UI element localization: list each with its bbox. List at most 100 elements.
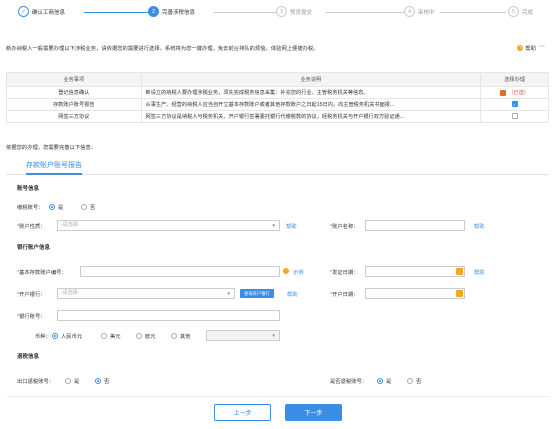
bank-account-label: *银行账号： bbox=[17, 314, 46, 320]
radio-icon bbox=[101, 333, 107, 339]
progress-steps: ✓ 确认工商信息 2 完善涉税信息 3 预览提交 4 审核中 5 完成 bbox=[8, 6, 547, 22]
table-cell: 网签三方协议 bbox=[6, 110, 142, 123]
calendar-icon[interactable] bbox=[456, 268, 463, 275]
select-value: -请选择- bbox=[61, 222, 80, 228]
table-row: 登记信息确认 新设立的纳税人要办理涉税业务，须先完成税务信息采集：补充您的行业、… bbox=[6, 86, 549, 99]
currency-other[interactable]: 其他 bbox=[171, 332, 191, 340]
currency-label: 币种： bbox=[35, 334, 51, 340]
tax-account-label: 缴税账号： bbox=[17, 205, 44, 211]
currency-other-select[interactable]: ▼ bbox=[206, 330, 280, 341]
account-type-select[interactable]: -请选择- ▼ bbox=[57, 220, 280, 231]
step-4: 4 审核中 bbox=[404, 6, 435, 17]
account-name-help-link[interactable]: 帮助 bbox=[474, 222, 485, 230]
label-text: 账户性质： bbox=[19, 224, 46, 230]
step-label: 审核中 bbox=[418, 9, 435, 16]
step-line bbox=[440, 11, 506, 13]
table-header: 业务事项 bbox=[6, 72, 142, 87]
tab-bar: 存款账户账号报告 bbox=[6, 155, 549, 175]
tax-account-no[interactable]: 否 bbox=[81, 203, 95, 211]
step-label: 确认工商信息 bbox=[32, 9, 66, 16]
bank-help-link[interactable]: 帮助 bbox=[287, 290, 298, 298]
help-toggle[interactable]: ? 帮助 ﹀ bbox=[517, 43, 545, 52]
table-header: 业务说明 bbox=[140, 72, 482, 87]
is-refund-label: 是否退税账号： bbox=[330, 379, 368, 385]
radio-label: 否 bbox=[90, 205, 96, 211]
step-5: 5 完成 bbox=[508, 6, 533, 17]
radio-label: 否 bbox=[416, 379, 422, 385]
select-cell: ✓ bbox=[480, 98, 549, 111]
caret-down-icon: ▼ bbox=[226, 291, 231, 296]
prev-button[interactable]: 上一步 bbox=[214, 404, 271, 421]
radio-label: 是 bbox=[386, 379, 392, 385]
chevron-down-icon: ﹀ bbox=[538, 46, 545, 52]
radio-label: 欧元 bbox=[145, 334, 156, 340]
next-button[interactable]: 下一步 bbox=[285, 404, 342, 421]
selected-checkbox[interactable] bbox=[500, 89, 507, 96]
label-text: 银行账号： bbox=[19, 314, 46, 320]
help-icon: ? bbox=[517, 44, 524, 51]
is-refund-no[interactable]: 否 bbox=[407, 377, 421, 385]
bank-label: *开户银行： bbox=[17, 292, 46, 298]
sub-note: 依据您的办理，您需要完善以下信息： bbox=[6, 145, 97, 151]
radio-icon bbox=[377, 378, 383, 384]
account-name-input[interactable] bbox=[365, 220, 465, 231]
notice-text: 新办纳税人一般需要办理以下涉税业务，请依据您的需要进行选择，系统将为您一键办理。… bbox=[6, 46, 319, 52]
export-refund-no[interactable]: 否 bbox=[95, 377, 109, 385]
table-header: 选择办理 bbox=[480, 72, 549, 87]
radio-label: 其他 bbox=[180, 334, 191, 340]
step-3: 3 预览提交 bbox=[276, 6, 312, 17]
table-row: 存款账户账号报告 从事生产、经营的纳税人应当自开立基本存款账户或者其他存款账户之… bbox=[6, 98, 549, 111]
step-label: 完成 bbox=[522, 9, 534, 16]
step-2: 2 完善涉税信息 bbox=[148, 6, 195, 17]
step-line bbox=[214, 11, 281, 13]
step-line bbox=[326, 11, 404, 13]
check-icon: ✓ bbox=[18, 6, 29, 17]
label-text: 发证日期： bbox=[332, 270, 359, 276]
issue-date-input[interactable] bbox=[365, 266, 465, 277]
open-date-input[interactable] bbox=[365, 288, 465, 299]
label-text: 账户名称： bbox=[332, 224, 359, 230]
is-refund-yes[interactable]: 是 bbox=[377, 377, 391, 385]
radio-label: 人民币元 bbox=[61, 334, 83, 340]
step-number: 2 bbox=[148, 6, 159, 17]
label-text: 开户银行： bbox=[19, 292, 46, 298]
export-refund-yes[interactable]: 是 bbox=[65, 377, 79, 385]
help-label: 帮助 bbox=[525, 45, 536, 52]
account-name-label: *账户名称： bbox=[330, 224, 359, 230]
table-cell: 网签三方协议是纳税人与税务机关、开户银行签署委托银行代缴税款的协议，经税务机关与… bbox=[140, 110, 482, 123]
query-bank-button[interactable]: 查询开户银行 bbox=[240, 289, 274, 298]
step-number: 5 bbox=[508, 6, 519, 17]
step-number: 3 bbox=[276, 6, 287, 17]
calendar-icon[interactable] bbox=[456, 290, 463, 297]
section-account: 账号信息 bbox=[17, 186, 40, 192]
open-date-label: *开户日期： bbox=[330, 292, 359, 298]
currency-usd[interactable]: 美元 bbox=[101, 332, 121, 340]
tab-deposit-account[interactable]: 存款账户账号报告 bbox=[26, 160, 82, 175]
issue-date-help-link[interactable]: 帮助 bbox=[474, 268, 485, 276]
radio-icon bbox=[171, 333, 177, 339]
bank-account-input[interactable] bbox=[57, 310, 280, 321]
step-number: 4 bbox=[404, 6, 415, 17]
radio-icon bbox=[136, 333, 142, 339]
section-bank: 银行账户信息 bbox=[17, 245, 51, 251]
caret-down-icon: ▼ bbox=[271, 223, 276, 228]
basic-permit-input[interactable] bbox=[80, 266, 280, 277]
bank-select[interactable]: -请选择- ▼ bbox=[57, 288, 235, 299]
currency-cny[interactable]: 人民币元 bbox=[52, 332, 82, 340]
table-cell: 新设立的纳税人要办理涉税业务，须先完成税务信息采集：补充您的行业、主管税务机关等… bbox=[140, 86, 482, 99]
checkbox[interactable] bbox=[511, 113, 518, 120]
tax-account-yes[interactable]: 是 bbox=[49, 203, 63, 211]
step-line bbox=[84, 11, 152, 13]
step-label: 预览提交 bbox=[290, 9, 313, 16]
selected-tag: （已选） bbox=[508, 90, 529, 96]
info-icon bbox=[283, 268, 289, 274]
example-link[interactable]: 示例 bbox=[293, 268, 304, 276]
currency-eur[interactable]: 欧元 bbox=[136, 332, 156, 340]
select-value: -请选择- bbox=[61, 290, 80, 296]
table-row: 网签三方协议 网签三方协议是纳税人与税务机关、开户银行签署委托银行代缴税款的协议… bbox=[6, 110, 549, 123]
radio-icon bbox=[49, 204, 55, 210]
export-refund-label: 出口退税账号： bbox=[17, 379, 55, 385]
account-type-help-link[interactable]: 帮助 bbox=[286, 222, 297, 230]
radio-icon bbox=[95, 378, 101, 384]
checkbox[interactable]: ✓ bbox=[511, 101, 518, 108]
